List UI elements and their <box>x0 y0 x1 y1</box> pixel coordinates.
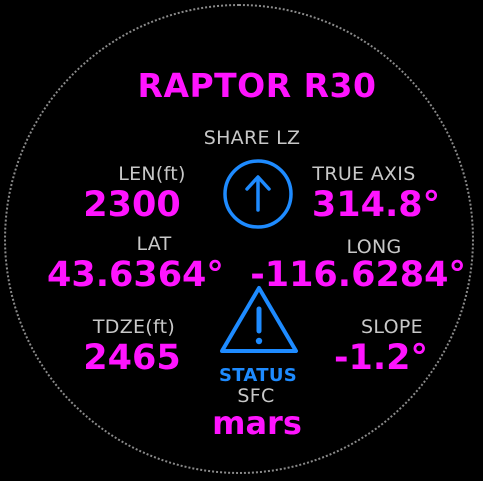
status-label: STATUS <box>218 365 298 386</box>
page-title: RAPTOR R30 <box>137 66 377 105</box>
warning-triangle-icon <box>220 286 298 353</box>
tdze-value: 2465 <box>83 338 181 378</box>
tdze-label: TDZE(ft) <box>92 316 176 338</box>
true-axis-value: 314.8° <box>311 185 441 225</box>
share-lz-button[interactable] <box>221 157 295 231</box>
true-axis-label: TRUE AXIS <box>312 163 416 185</box>
slope-label: SLOPE <box>361 316 423 338</box>
surface-value: mars <box>212 404 302 442</box>
latitude-label: LAT <box>136 233 172 255</box>
latitude-value: 43.6364° <box>47 255 224 295</box>
length-label: LEN(ft) <box>118 163 186 185</box>
arrow-up-circle-icon <box>223 159 293 229</box>
share-lz-label: SHARE LZ <box>203 127 301 149</box>
length-value: 2300 <box>83 185 181 225</box>
status-button[interactable] <box>217 283 301 357</box>
slope-value: -1.2° <box>333 338 429 378</box>
